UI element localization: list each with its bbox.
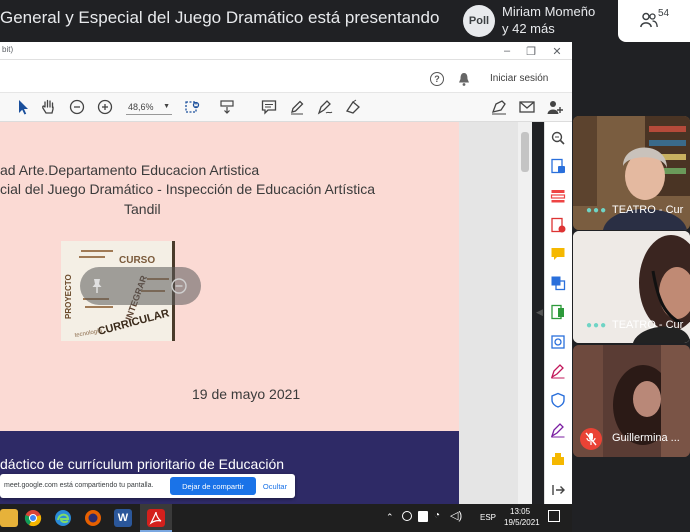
tray-chevron-icon[interactable]: ⌃	[386, 512, 394, 523]
hand-icon[interactable]	[40, 98, 58, 116]
add-user-icon[interactable]	[546, 98, 564, 116]
tray-wifi-icon[interactable]: ◔	[434, 510, 440, 521]
share-banner-text: meet.google.com está compartiendo tu pan…	[4, 482, 154, 489]
presenter-name: Miriam Momeño	[502, 4, 596, 19]
firefox-icon[interactable]	[84, 509, 102, 527]
zoom-in-icon[interactable]	[96, 98, 114, 116]
tray-battery-icon[interactable]	[418, 511, 428, 522]
sign-icon[interactable]	[490, 98, 508, 116]
scan-ocr-icon[interactable]	[550, 334, 566, 350]
chrome-icon[interactable]	[24, 509, 42, 527]
zoom-level-value: 48,6%	[128, 101, 154, 112]
comment-icon[interactable]	[260, 98, 278, 116]
participant-name: TEATRO - Cur	[612, 319, 684, 331]
window-titlebar	[0, 42, 572, 60]
slide-date: 19 de mayo 2021	[192, 386, 301, 402]
file-explorer-icon[interactable]	[0, 509, 18, 527]
presentation-title: General y Especial del Juego Dramático e…	[0, 8, 440, 27]
notifications-icon[interactable]	[548, 510, 560, 522]
stop-sharing-button[interactable]: Dejar de compartir	[170, 477, 256, 495]
request-signature-icon[interactable]	[550, 422, 566, 438]
stamp-icon[interactable]	[550, 451, 566, 467]
maximize-button[interactable]: ❐	[518, 42, 544, 60]
slide-line-3: Tandil	[124, 201, 161, 217]
mail-icon[interactable]	[518, 98, 536, 116]
bell-icon[interactable]	[458, 72, 470, 86]
protect-icon[interactable]	[550, 392, 566, 408]
create-pdf-icon[interactable]	[550, 217, 566, 233]
participant-name: TEATRO - Cur	[612, 204, 684, 216]
draw-icon[interactable]	[316, 98, 334, 116]
help-icon[interactable]: ?	[430, 72, 444, 86]
slide-line-1: ad Arte.Departamento Educacion Artistica	[0, 162, 260, 178]
signin-link[interactable]: Iniciar sesión	[490, 73, 548, 84]
word-icon[interactable]: W	[114, 509, 132, 527]
vertical-scrollbar[interactable]	[518, 122, 532, 504]
fill-sign-icon[interactable]	[344, 98, 362, 116]
tray-volume-icon[interactable]: ◁)	[450, 509, 462, 522]
export-pdf-icon[interactable]	[550, 158, 566, 174]
highlight-pen-icon[interactable]	[288, 98, 306, 116]
zoom-out-icon[interactable]	[68, 98, 86, 116]
word-cloud-word: CURSO	[119, 255, 155, 266]
window-title: bit)	[2, 45, 14, 54]
pin-icon[interactable]	[88, 277, 106, 295]
presenter-more: y 42 más	[502, 21, 555, 36]
speaking-indicator-icon: ●●●	[586, 320, 608, 331]
expand-panel-icon[interactable]	[550, 482, 566, 498]
tray-language[interactable]: ESP	[480, 513, 496, 522]
edit-pdf-icon[interactable]	[550, 304, 566, 320]
edge-icon[interactable]	[54, 509, 72, 527]
tray-date[interactable]: 19/5/2021	[504, 518, 540, 527]
fill-and-sign-icon[interactable]	[550, 363, 566, 379]
acrobat-icon	[147, 509, 165, 527]
combine-files-icon[interactable]	[550, 275, 566, 291]
close-button[interactable]: ✕	[544, 42, 570, 60]
search-icon[interactable]	[550, 130, 566, 146]
scroll-mode-icon[interactable]	[218, 98, 236, 116]
select-cursor-icon[interactable]	[14, 98, 32, 116]
collapse-panel-arrow[interactable]: ◀	[536, 307, 543, 318]
comment-tool-icon[interactable]	[550, 246, 566, 262]
word-cloud-word: PROYECTO	[64, 274, 73, 319]
hide-banner-button[interactable]: Ocultar	[258, 477, 292, 495]
zoom-out-icon[interactable]	[170, 277, 188, 295]
people-icon	[640, 12, 658, 28]
speaking-indicator-icon: ●●●	[586, 205, 608, 216]
marquee-zoom-icon[interactable]	[184, 98, 202, 116]
reader-menubar	[0, 60, 572, 93]
minimize-button[interactable]: –	[494, 42, 520, 60]
people-count: 54	[658, 8, 670, 19]
presenter-avatar: Poll	[463, 5, 495, 37]
mic-off-icon	[585, 432, 597, 446]
organize-pages-icon[interactable]	[550, 188, 566, 204]
chevron-down-icon: ▼	[163, 103, 170, 110]
slide-next-heading: dáctico de currículum prioritario de Edu…	[0, 456, 285, 472]
scrollbar-thumb[interactable]	[521, 132, 529, 172]
slide-line-2: cial del Juego Dramático - Inspección de…	[0, 181, 376, 197]
zoom-level-select[interactable]: 48,6% ▼	[126, 99, 172, 115]
tray-time[interactable]: 13:05	[510, 507, 530, 516]
participant-name: Guillermina ...	[612, 432, 680, 444]
tray-network-icon[interactable]	[402, 511, 412, 521]
